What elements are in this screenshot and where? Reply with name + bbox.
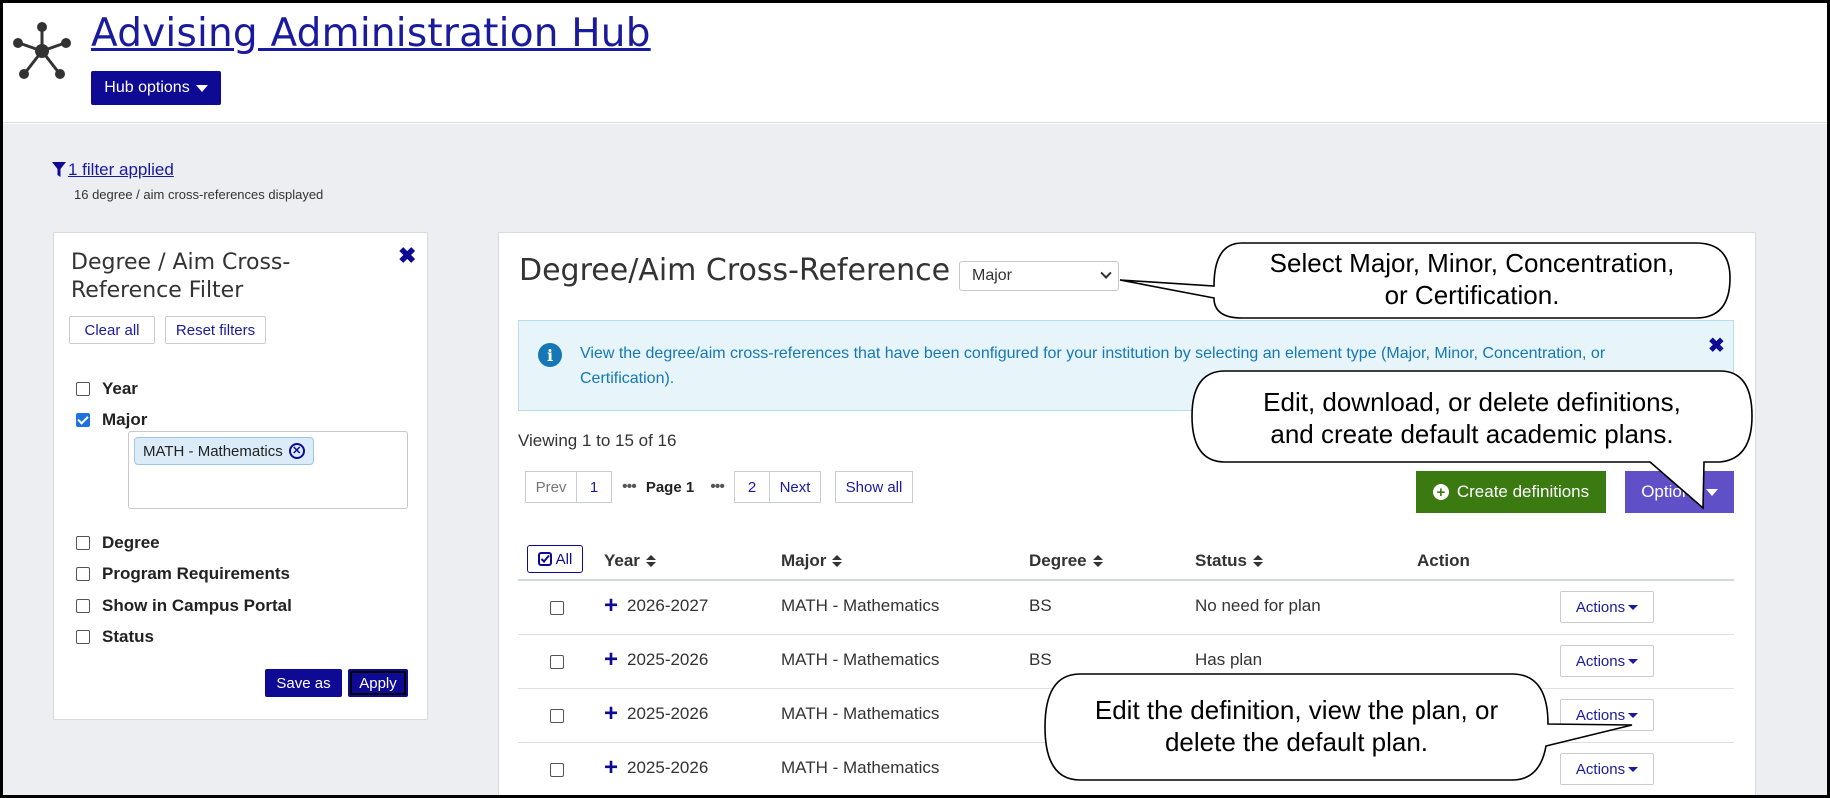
callout-type-select-text: Select Major, Minor, Concentration, or C… [1214, 247, 1730, 311]
callout-actions-text: Edit the definition, view the plan, or d… [1045, 694, 1548, 758]
callout-line: Edit the definition, view the plan, or [1094, 695, 1499, 725]
callout-line: and create default academic plans. [1270, 419, 1674, 449]
callout-line: or Certification. [1384, 280, 1560, 310]
callout-line: Edit, download, or delete definitions, [1263, 387, 1681, 417]
callout-line: Select Major, Minor, Concentration, [1269, 248, 1675, 278]
callout-line: delete the default plan. [1164, 727, 1429, 757]
callout-options-text: Edit, download, or delete definitions, a… [1192, 386, 1752, 450]
